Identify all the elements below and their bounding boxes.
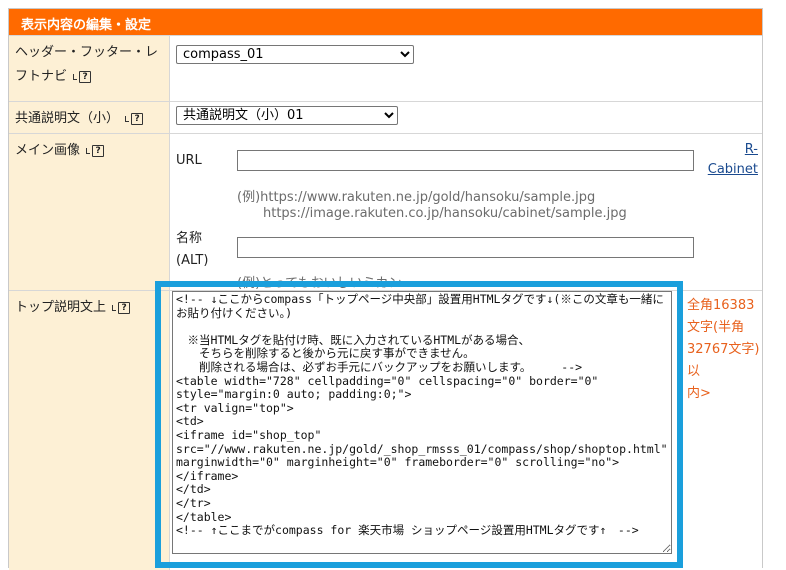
limit-line1: 全角16383 <box>687 298 755 313</box>
alt-label-line2: (ALT) <box>176 253 209 268</box>
help-icon[interactable]: ? <box>86 139 105 163</box>
limit-line4: 内> <box>687 386 711 401</box>
label-common-desc: 共通説明文（小） ? <box>9 102 170 133</box>
label-text-line2: フトナビ <box>15 69 68 84</box>
label-text: 共通説明文（小） <box>15 111 120 126</box>
content-main-image: URL R- Cabinet (例)https://www.rakuten.ne… <box>170 134 762 291</box>
help-icon[interactable]: ? <box>125 107 144 131</box>
row-main-image: メイン画像 ? URL R- Cabinet (例)https://www.ra… <box>9 133 762 291</box>
help-icon[interactable]: ? <box>73 65 92 89</box>
label-top-desc: トップ説明文上 ? <box>9 291 170 570</box>
help-icon[interactable]: ? <box>112 296 131 320</box>
alt-label: 名称 (ALT) <box>176 228 208 272</box>
label-text: メイン画像 <box>15 143 81 158</box>
label-text: トップ説明文上 <box>15 300 107 315</box>
section-title: 表示内容の編集・設定 <box>21 18 152 33</box>
row-common-desc: 共通説明文（小） ? 共通説明文（小）01 <box>9 101 762 133</box>
limit-line2: 文字(半角 <box>687 320 745 335</box>
url-example-2: https://image.rakuten.co.jp/hansoku/cabi… <box>263 206 627 221</box>
url-input[interactable] <box>237 150 694 171</box>
limit-line3: 32767文字)以 <box>687 342 760 379</box>
url-example-1: (例)https://www.rakuten.ne.jp/gold/hansok… <box>237 190 596 205</box>
url-label: URL <box>176 153 202 168</box>
top-desc-textarea[interactable]: <!-- ↓ここからcompass「トップページ中央部」設置用HTMLタグです↓… <box>172 291 672 554</box>
header-footer-select[interactable]: compass_01 <box>176 45 414 64</box>
rcabinet-link[interactable]: R- Cabinet <box>700 140 758 180</box>
alt-label-line1: 名称 <box>176 231 203 246</box>
alt-example: (例)とってもおいしいミカン <box>237 276 402 291</box>
rcabinet-line1: R- <box>744 142 758 157</box>
label-main-image: メイン画像 ? <box>9 134 170 290</box>
rcabinet-line2: Cabinet <box>707 162 758 177</box>
row-header-footer: ヘッダー・フッター・レ フトナビ ? compass_01 <box>9 35 762 101</box>
content-header-footer: compass_01 <box>170 36 762 101</box>
alt-input[interactable] <box>237 237 694 258</box>
label-text-line1: ヘッダー・フッター・レ <box>15 45 159 60</box>
char-limit-note: 全角16383 文字(半角 32767文字)以 内> <box>687 295 767 405</box>
label-header-footer: ヘッダー・フッター・レ フトナビ ? <box>9 36 170 101</box>
common-desc-select[interactable]: 共通説明文（小）01 <box>176 106 398 125</box>
content-common-desc: 共通説明文（小）01 <box>170 102 762 133</box>
section-header: 表示内容の編集・設定 <box>9 9 762 35</box>
